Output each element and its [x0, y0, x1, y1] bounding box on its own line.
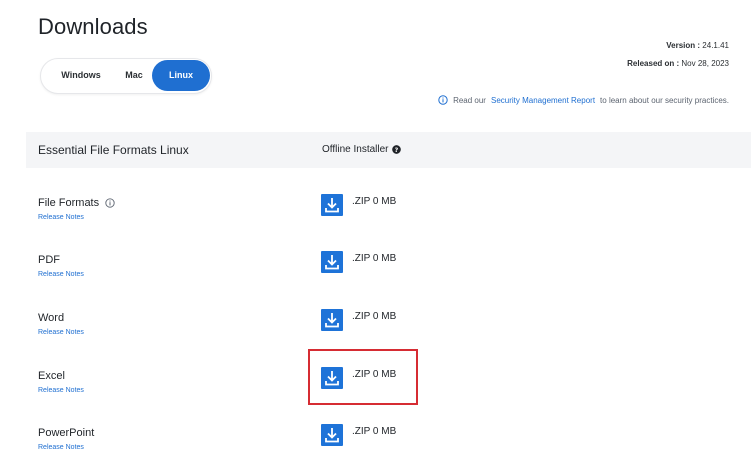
- release-notes-link[interactable]: Release Notes: [38, 271, 84, 278]
- info-circle-icon[interactable]: [105, 198, 115, 208]
- version-value: 24.1.41: [702, 41, 729, 50]
- download-icon: [325, 428, 339, 443]
- release-notes-link[interactable]: Release Notes: [38, 329, 84, 336]
- file-size: .ZIP 0 MB: [352, 426, 397, 437]
- released-value: Nov 28, 2023: [681, 59, 729, 68]
- row-product-name: PowerPoint: [38, 427, 94, 439]
- os-toggle: Windows Mac Linux: [40, 58, 212, 94]
- download-icon: [325, 313, 339, 328]
- release-date-info: Released on : Nov 28, 2023: [627, 59, 729, 68]
- table-row: PDF Release Notes .ZIP 0 MB: [0, 251, 751, 294]
- column-header-installer: Offline Installer ?: [322, 144, 401, 155]
- os-tab-mac[interactable]: Mac: [113, 60, 155, 91]
- download-button[interactable]: [321, 194, 343, 216]
- row-name-text: Excel: [38, 370, 65, 382]
- page-title: Downloads: [38, 14, 148, 39]
- security-note: Read our Security Management Report to l…: [438, 95, 729, 105]
- release-notes-link[interactable]: Release Notes: [38, 214, 84, 221]
- info-circle-icon: [438, 95, 448, 105]
- os-tab-linux[interactable]: Linux: [152, 60, 210, 91]
- download-icon: [325, 198, 339, 213]
- row-product-name: File Formats: [38, 197, 115, 209]
- release-notes-link[interactable]: Release Notes: [38, 387, 84, 394]
- row-product-name: Excel: [38, 370, 65, 382]
- row-name-text: File Formats: [38, 197, 100, 209]
- row-name-text: PowerPoint: [38, 427, 95, 439]
- table-header: Essential File Formats Linux Offline Ins…: [26, 132, 751, 168]
- download-button[interactable]: [321, 309, 343, 331]
- table-row: File Formats Release Notes .ZIP 0 MB: [0, 194, 751, 237]
- row-name-text: Word: [38, 312, 65, 324]
- column-header-product: Essential File Formats Linux: [38, 143, 189, 157]
- question-circle-icon[interactable]: ?: [391, 145, 401, 154]
- download-button[interactable]: [321, 424, 343, 446]
- version-info: Version : 24.1.41: [666, 41, 729, 50]
- download-button[interactable]: [321, 251, 343, 273]
- svg-text:?: ?: [394, 147, 398, 154]
- file-size: .ZIP 0 MB: [352, 311, 397, 322]
- os-tab-windows[interactable]: Windows: [49, 60, 113, 91]
- security-suffix: to learn about our security practices.: [600, 95, 729, 105]
- table-row: PowerPoint Release Notes .ZIP 0 MB: [0, 424, 751, 467]
- version-label: Version :: [666, 41, 701, 50]
- row-product-name: PDF: [38, 254, 60, 266]
- row-name-text: PDF: [38, 254, 60, 266]
- release-notes-link[interactable]: Release Notes: [38, 444, 84, 451]
- highlight-box: [308, 349, 418, 405]
- table-row: Word Release Notes .ZIP 0 MB: [0, 309, 751, 352]
- file-size: .ZIP 0 MB: [352, 253, 397, 264]
- security-report-link[interactable]: Security Management Report: [491, 96, 595, 105]
- download-icon: [325, 255, 339, 270]
- security-prefix: Read our: [453, 95, 486, 105]
- column-header-installer-label: Offline Installer: [322, 144, 389, 155]
- file-size: .ZIP 0 MB: [352, 196, 397, 207]
- released-label: Released on :: [627, 59, 680, 68]
- row-product-name: Word: [38, 312, 64, 324]
